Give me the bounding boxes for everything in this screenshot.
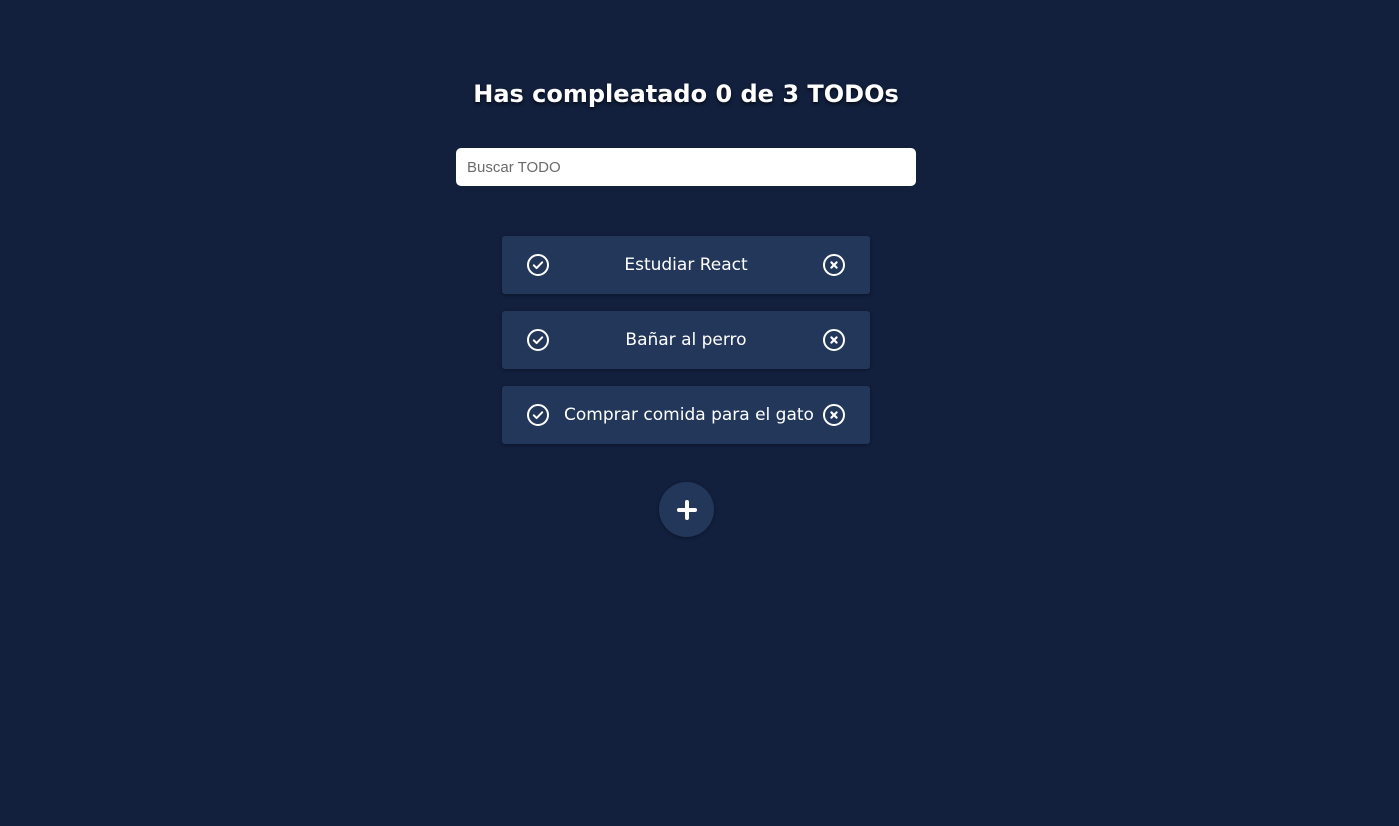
todo-counter-title: Has compleatado 0 de 3 TODOs [473,80,899,108]
plus-icon [676,499,697,520]
create-todo-button[interactable] [659,482,714,537]
x-circle-icon[interactable] [822,403,846,427]
todo-text: Bañar al perro [625,330,747,350]
x-circle-icon[interactable] [822,328,846,352]
todo-app: Has compleatado 0 de 3 TODOs Estudiar Re… [0,0,1399,826]
todo-item: Comprar comida para el gato [502,386,870,444]
x-circle-icon[interactable] [822,253,846,277]
todo-list: Estudiar React Bañar al perro Comprar co… [502,236,870,461]
check-circle-icon[interactable] [526,328,550,352]
search-input[interactable] [456,148,916,186]
todo-text: Estudiar React [624,255,748,275]
todo-item: Estudiar React [502,236,870,294]
check-circle-icon[interactable] [526,253,550,277]
todo-item: Bañar al perro [502,311,870,369]
check-circle-icon[interactable] [526,403,550,427]
todo-text: Comprar comida para el gato [564,405,814,425]
